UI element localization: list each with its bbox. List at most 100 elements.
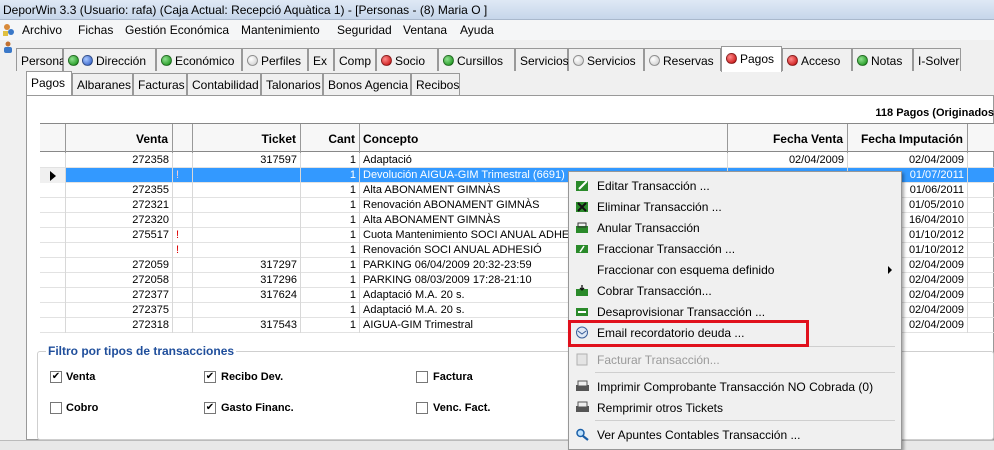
cell-venta xyxy=(66,168,173,183)
menu-ventana[interactable]: Ventana xyxy=(403,23,447,37)
tab-socio[interactable]: Socio xyxy=(376,48,438,71)
checkbox-recibo-dev[interactable]: ✔ xyxy=(204,371,216,383)
col-flag[interactable] xyxy=(173,124,193,153)
row-indicator xyxy=(40,258,66,273)
tab-economico[interactable]: Económico xyxy=(156,48,242,71)
tab-ex[interactable]: Ex xyxy=(308,48,334,71)
menu-gestion-economica[interactable]: Gestión Económica xyxy=(125,23,229,37)
menu-archivo[interactable]: Archivo xyxy=(22,23,62,37)
tab-label: Perfiles xyxy=(261,54,302,68)
app-icon[interactable] xyxy=(2,23,16,37)
menu-item-facturar: Facturar Transacción... xyxy=(569,350,901,370)
delete-icon xyxy=(576,202,588,212)
cell-venta: 275517 xyxy=(66,228,173,243)
title-bar: DeporWin 3.3 (Usuario: rafa) (Caja Actua… xyxy=(0,0,994,20)
menu-item-label: Eliminar Transacción ... xyxy=(597,200,722,214)
cell-venta: 272358 xyxy=(66,153,173,168)
subtab-bonos-agencia[interactable]: Bonos Agencia xyxy=(323,73,411,95)
menu-item-label: Anular Transacción xyxy=(597,221,700,235)
menu-item-anular[interactable]: Anular Transacción xyxy=(569,218,901,238)
tab-perfiles[interactable]: Perfiles xyxy=(242,48,308,71)
tab-reservas[interactable]: Reservas xyxy=(644,48,721,71)
cell-cant: 1 xyxy=(301,318,360,333)
edit-icon xyxy=(576,180,588,191)
tab-isolver[interactable]: I-Solver xyxy=(913,48,961,71)
row-indicator xyxy=(40,198,66,213)
tab-comp[interactable]: Comp xyxy=(334,48,376,71)
col-fecha-venta[interactable]: Fecha Venta xyxy=(728,124,848,153)
menu-bar: Archivo Fichas Gestión Económica Manteni… xyxy=(0,20,994,40)
checkbox-label: Gasto Financ. xyxy=(221,402,294,414)
status-gray-icon xyxy=(247,55,258,66)
status-red-icon xyxy=(787,55,798,66)
cash-icon xyxy=(576,285,588,296)
menu-item-desaprovisionar[interactable]: Desaprovisionar Transacción ... xyxy=(569,302,901,322)
menu-item-eliminar[interactable]: Eliminar Transacción ... xyxy=(569,197,901,217)
subtab-label: Facturas xyxy=(138,78,185,92)
row-indicator xyxy=(40,213,66,228)
menu-item-editar[interactable]: Editar Transacción ... xyxy=(569,176,901,196)
checkbox-venta[interactable]: ✔ xyxy=(50,371,62,383)
menu-fichas[interactable]: Fichas xyxy=(78,23,113,37)
cell-ticket: 317624 xyxy=(193,288,301,303)
subtab-pagos[interactable]: Pagos xyxy=(26,71,72,95)
subtab-talonarios[interactable]: Talonarios xyxy=(261,73,323,95)
tab-servicios[interactable]: Servicios xyxy=(515,48,569,71)
cancel-icon xyxy=(576,222,588,233)
reprint-icon xyxy=(576,401,589,412)
subtab-label: Contabilidad xyxy=(192,78,259,92)
status-green-icon xyxy=(161,55,172,66)
cell-flag xyxy=(173,273,193,288)
subtab-facturas[interactable]: Facturas xyxy=(133,73,187,95)
checkbox-factura[interactable] xyxy=(416,371,428,383)
menu-item-ver-apuntes[interactable]: Ver Apuntes Contables Transacción ... xyxy=(569,425,901,445)
main-tabs: Personal Dirección Económico Perfiles Ex… xyxy=(0,46,994,72)
tab-label: Cursillos xyxy=(457,54,504,68)
print-icon xyxy=(576,380,589,391)
cell-ticket xyxy=(193,198,301,213)
checkbox-label: Venta xyxy=(66,371,96,383)
cell-ticket xyxy=(193,213,301,228)
cell-flag xyxy=(173,288,193,303)
tab-direccion[interactable]: Dirección xyxy=(63,48,156,71)
tab-acceso[interactable]: Acceso xyxy=(782,48,852,71)
cell-cant: 1 xyxy=(301,168,360,183)
subtab-contabilidad[interactable]: Contabilidad xyxy=(187,73,261,95)
menu-item-imprimir-comprobante[interactable]: Imprimir Comprobante Transacción NO Cobr… xyxy=(569,377,901,397)
status-green-icon xyxy=(68,55,79,66)
col-venta[interactable]: Venta xyxy=(66,124,173,153)
tab-label: Reservas xyxy=(663,54,714,68)
subtab-label: Pagos xyxy=(31,76,66,90)
col-concepto[interactable]: Concepto xyxy=(360,124,728,153)
col-ticket[interactable]: Ticket xyxy=(193,124,301,153)
menu-item-cobrar[interactable]: Cobrar Transacción... xyxy=(569,281,901,301)
cell-ticket: 317597 xyxy=(193,153,301,168)
cell-venta: 272318 xyxy=(66,318,173,333)
menu-item-fraccionar[interactable]: Fraccionar Transacción ... xyxy=(569,239,901,259)
menu-mantenimiento[interactable]: Mantenimiento xyxy=(241,23,320,37)
cell-ticket xyxy=(193,168,301,183)
menu-item-label: Desaprovisionar Transacción ... xyxy=(597,305,766,319)
checkbox-cobro[interactable] xyxy=(50,402,62,414)
cell-flag xyxy=(173,318,193,333)
tab-pagos[interactable]: Pagos xyxy=(721,46,782,72)
cell-flag xyxy=(173,183,193,198)
menu-item-fraccionar-esquema[interactable]: Fraccionar con esquema definido xyxy=(569,260,901,280)
menu-item-reimprimir-tickets[interactable]: Remprimir otros Tickets xyxy=(569,398,901,418)
table-row[interactable]: 272358 317597 1 Adaptació 02/04/2009 02/… xyxy=(40,153,994,168)
tab-servicios-2[interactable]: Servicios xyxy=(568,48,644,71)
menu-ayuda[interactable]: Ayuda xyxy=(460,23,494,37)
grid-header: Venta Ticket Cant Concepto Fecha Venta F… xyxy=(40,123,994,153)
menu-seguridad[interactable]: Seguridad xyxy=(337,23,392,37)
subtab-albaranes[interactable]: Albaranes xyxy=(72,73,133,95)
col-fecha-imputacion[interactable]: Fecha Imputación xyxy=(848,124,968,153)
col-cant[interactable]: Cant xyxy=(301,124,360,153)
cell-flag: ! xyxy=(173,168,193,183)
subtab-recibos[interactable]: Recibos xyxy=(411,73,460,95)
status-green-icon xyxy=(443,55,454,66)
checkbox-gasto-financ[interactable]: ✔ xyxy=(204,402,216,414)
tab-cursillos[interactable]: Cursillos xyxy=(438,48,515,71)
tab-notas[interactable]: Notas xyxy=(852,48,913,71)
checkbox-venc-fact[interactable] xyxy=(416,402,428,414)
tab-personal[interactable]: Personal xyxy=(16,48,68,71)
